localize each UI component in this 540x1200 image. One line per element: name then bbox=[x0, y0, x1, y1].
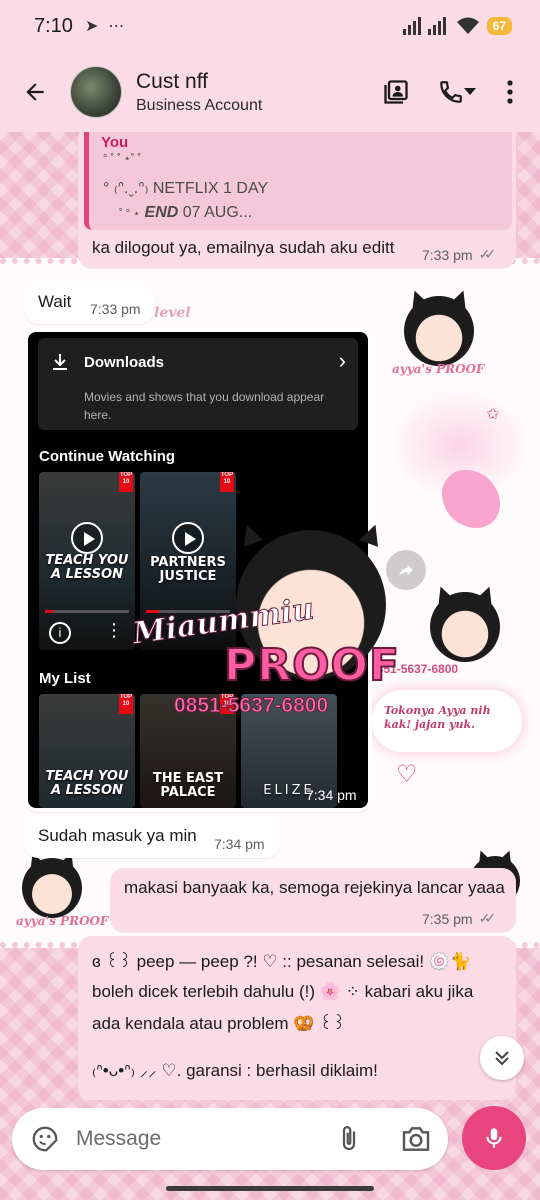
incoming-message-1-time: 7:33 pm bbox=[90, 301, 141, 317]
message-input[interactable] bbox=[76, 1124, 316, 1154]
info-icon: i bbox=[49, 622, 71, 644]
sticker-cat-face-right bbox=[430, 592, 500, 662]
forward-icon bbox=[399, 564, 413, 576]
microphone-icon bbox=[486, 1128, 502, 1148]
downloads-description: Movies and shows that you download appea… bbox=[84, 390, 325, 422]
catalog-button[interactable] bbox=[376, 72, 416, 112]
outgoing-message-1-time: 7:33 pm bbox=[422, 246, 473, 263]
outgoing-message-2-meta: 7:35 pm ✓✓ bbox=[422, 910, 497, 927]
more-vert-icon bbox=[507, 80, 513, 104]
outgoing-message-2-time: 7:35 pm bbox=[422, 910, 473, 927]
caret-down-icon bbox=[464, 88, 476, 95]
back-button[interactable] bbox=[10, 67, 60, 117]
outgoing-message-3-line-2: boleh dicek terlebih dahulu (!) 🌸 ⁘ kaba… bbox=[92, 982, 474, 1001]
outgoing-message-3[interactable]: ɞ ꒰꒱ peep — peep ?! ♡ :: pesanan selesai… bbox=[78, 936, 516, 1100]
poster-title-2: PARTNERS JUSTICE bbox=[150, 555, 226, 584]
paperclip-icon bbox=[342, 1126, 356, 1151]
arrow-left-icon bbox=[26, 83, 44, 101]
quoted-line-2: ° ₍ᐢ.ˬ.ᐢ₎ NETFLIX 1 DAY bbox=[103, 180, 269, 197]
watch-progress-1 bbox=[45, 610, 129, 613]
list-poster-title-2: THE EAST PALACE bbox=[152, 771, 224, 800]
chat-header: Cust nff Business Account bbox=[0, 52, 540, 132]
contact-name: Cust nff bbox=[136, 69, 208, 93]
outgoing-message-3-line-4: ₍ᐢ•ᴗ•ᐢ₎ ⸝⸝ ♡. garansi : berhasil diklaim… bbox=[92, 1061, 378, 1080]
top10-badge-3: TOP 10 bbox=[119, 694, 133, 714]
downloads-title: Downloads bbox=[84, 354, 165, 371]
outgoing-message-1-meta: 7:33 pm ✓✓ bbox=[422, 246, 497, 263]
sticker-cat-face-left bbox=[22, 858, 82, 918]
list-poster-1: TOP 10 TEACH YOU A LESSON bbox=[39, 694, 135, 808]
incoming-message-2-text: Sudah masuk ya min bbox=[38, 826, 197, 845]
voice-message-button[interactable] bbox=[462, 1106, 526, 1170]
gesture-nav-bar[interactable] bbox=[166, 1186, 374, 1191]
watermark-phone: 0851-5637-6800 bbox=[173, 694, 329, 718]
sticker-cat-face-top bbox=[404, 296, 474, 366]
catalog-icon bbox=[384, 80, 408, 104]
contact-avatar[interactable] bbox=[70, 66, 122, 118]
quoted-line-3-bold: END bbox=[144, 204, 179, 221]
scroll-to-bottom-button[interactable] bbox=[480, 1036, 524, 1080]
wifi-icon bbox=[456, 17, 479, 34]
incoming-message-2-time: 7:34 pm bbox=[214, 836, 265, 852]
top10-badge: TOP 10 bbox=[119, 472, 133, 492]
battery-indicator: 67 bbox=[486, 17, 512, 35]
status-notification-icons: ➤ ⋯ bbox=[85, 16, 124, 36]
sticker-text-level: level bbox=[154, 305, 191, 321]
more-options-button[interactable] bbox=[490, 72, 530, 112]
camera-icon bbox=[402, 1127, 430, 1151]
download-icon bbox=[53, 354, 67, 370]
quoted-message[interactable]: You ° ˚ ˚ ⋆˚ ˚ ° ₍ᐢ.ˬ.ᐢ₎ NETFLIX 1 DAY ˚… bbox=[84, 132, 512, 230]
sticker-button[interactable] bbox=[30, 1124, 60, 1154]
list-poster-title-1: TEACH YOU A LESSON bbox=[45, 769, 129, 798]
sticker-text-proof-2: ayya's PROOF bbox=[16, 914, 109, 928]
my-list-title: My List bbox=[39, 670, 91, 687]
message-composer bbox=[12, 1108, 448, 1170]
quoted-line-3-prefix: ˚ ° ⋆ bbox=[119, 208, 141, 220]
double-check-icon: ✓✓ bbox=[478, 246, 497, 262]
sticker-star-icon: ✩ bbox=[486, 406, 500, 423]
quoted-sender: You bbox=[101, 134, 129, 151]
outgoing-message-3-line-3: ada kendala atau problem 🥨 ꒰꒱ bbox=[92, 1014, 346, 1033]
status-time: 7:10 bbox=[34, 14, 73, 37]
double-check-icon-2: ✓✓ bbox=[478, 910, 497, 926]
quoted-line-1: ° ˚ ˚ ⋆˚ ˚ bbox=[103, 153, 142, 165]
poster-title-1: TEACH YOU A LESSON bbox=[45, 553, 129, 582]
contact-subtitle: Business Account bbox=[136, 96, 263, 114]
continue-watching-title: Continue Watching bbox=[39, 448, 176, 465]
phone-icon bbox=[440, 81, 462, 103]
watermark-proof-text: PROOF bbox=[223, 639, 400, 692]
incoming-message-1-text: Wait bbox=[38, 292, 72, 311]
sticker-note-text: Tokonya Ayya nih kak! jajan yuk. bbox=[384, 704, 491, 731]
status-right-icons: 67 bbox=[402, 17, 512, 35]
quoted-line-3: ˚ ° ⋆ END 07 AUG... bbox=[119, 204, 252, 222]
outgoing-message-3-line-1: ɞ ꒰꒱ peep — peep ?! ♡ :: pesanan selesai… bbox=[92, 952, 472, 971]
continue-poster-1: TOP 10 TEACH YOU A LESSON i ⋮ bbox=[39, 472, 135, 650]
poster-more-icon: ⋮ bbox=[105, 620, 123, 640]
downloads-card: Downloads › Movies and shows that you do… bbox=[38, 338, 358, 430]
sticker-icon bbox=[32, 1126, 58, 1152]
more-notifications-icon: ⋯ bbox=[108, 18, 125, 35]
double-chevron-down-icon bbox=[495, 1051, 509, 1066]
play-icon-2 bbox=[172, 522, 204, 554]
image-message-time: 7:34 pm bbox=[306, 787, 357, 803]
attach-button[interactable] bbox=[334, 1124, 364, 1154]
forward-button[interactable] bbox=[386, 550, 426, 590]
sticker-heart-icon: ♡ bbox=[396, 761, 418, 788]
outgoing-message-1-text: ka dilogout ya, emailnya sudah aku editt bbox=[92, 238, 395, 257]
top10-badge-2: TOP 10 bbox=[220, 472, 234, 492]
camera-button[interactable] bbox=[400, 1124, 432, 1154]
chevron-right-icon: › bbox=[338, 348, 346, 373]
quoted-line-3-rest: 07 AUG... bbox=[182, 204, 253, 221]
play-icon bbox=[71, 522, 103, 554]
outgoing-message-2-text: makasi banyaak ka, semoga rejekinya lanc… bbox=[124, 878, 505, 897]
signal-icon bbox=[402, 17, 446, 35]
telegram-icon: ➤ bbox=[84, 18, 99, 35]
sticker-text-proof: ayya's PROOF bbox=[392, 362, 485, 376]
call-button[interactable] bbox=[432, 72, 482, 112]
status-bar: 7:10 ➤ ⋯ 67 bbox=[0, 0, 540, 52]
contact-info[interactable]: Cust nff Business Account bbox=[136, 70, 376, 115]
